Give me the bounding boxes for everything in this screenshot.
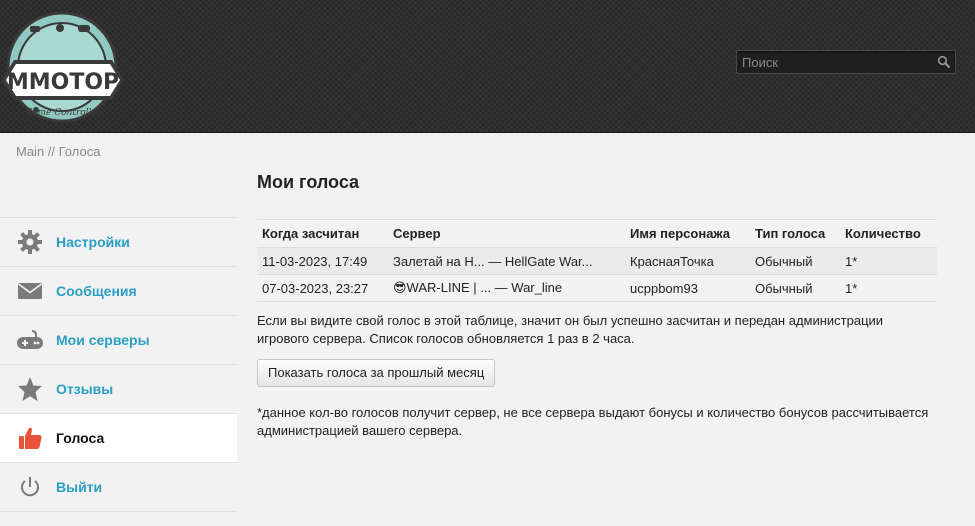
sidebar-item-label: Мои серверы	[56, 332, 150, 348]
table-cell: 😎WAR-LINE | ... — War_line	[388, 274, 625, 302]
sidebar-item-messages[interactable]: Сообщения	[0, 267, 237, 316]
breadcrumb-text: Main // Голоса	[16, 144, 101, 159]
breadcrumb: Main // Голоса	[16, 144, 100, 159]
table-cell: 1*	[840, 274, 937, 302]
star-icon	[16, 377, 44, 401]
page-title: Мои голоса	[257, 172, 360, 192]
table-row: 11-03-2023, 17:49 Залетай на Н... — Hell…	[257, 247, 937, 275]
sidebar-item-votes[interactable]: Голоса	[0, 414, 237, 463]
show-last-month-votes-button[interactable]: Показать голоса за прошлый месяц	[257, 359, 496, 387]
column-header: Сервер	[388, 219, 625, 248]
power-icon	[16, 475, 44, 499]
sidebar-item-label: Отзывы	[56, 381, 114, 397]
logo-subtitle: Game Controller	[25, 108, 102, 118]
table-cell: Залетай на Н... — HellGate War...	[388, 247, 625, 275]
header: MMOTOP Game Controller	[0, 0, 975, 133]
column-header: Тип голоса	[750, 219, 840, 248]
sidebar-item-label: Сообщения	[56, 283, 137, 299]
table-row: 07-03-2023, 23:27 😎WAR-LINE | ... — War_…	[257, 274, 937, 302]
votes-table: Когда засчитан Сервер Имя персонажа Тип …	[257, 219, 937, 302]
table-cell: 07-03-2023, 23:27	[257, 274, 388, 302]
search-box	[736, 50, 956, 74]
table-cell: Обычный	[750, 247, 840, 275]
search-icon[interactable]	[937, 55, 951, 69]
sidebar-item-my-servers[interactable]: Мои серверы	[0, 316, 237, 365]
table-cell: ucppbom93	[625, 274, 750, 302]
sidebar-item-label: Выйти	[56, 479, 103, 495]
column-header: Имя персонажа	[625, 219, 750, 248]
thumbs-up-icon	[16, 426, 44, 450]
logo-text: MMOTOP	[7, 70, 119, 95]
sidebar-item-label: Настройки	[56, 234, 130, 250]
site-logo[interactable]: MMOTOP Game Controller	[0, 10, 130, 125]
votes-info-text: Если вы видите свой голос в этой таблице…	[257, 313, 884, 346]
search-input[interactable]	[737, 51, 932, 73]
sidebar-item-settings[interactable]: Настройки	[0, 218, 237, 267]
sidebar-item-label: Голоса	[56, 430, 105, 446]
table-cell: 11-03-2023, 17:49	[257, 247, 388, 275]
sidebar: Настройки Сообщения Мои серверы Отзывы Г…	[0, 217, 237, 512]
column-header: Количество	[840, 219, 937, 248]
table-cell: КраснаяТочка	[625, 247, 750, 275]
sidebar-item-reviews[interactable]: Отзывы	[0, 365, 237, 414]
sidebar-item-logout[interactable]: Выйти	[0, 463, 237, 512]
gamepad-icon	[16, 328, 44, 352]
gear-icon	[16, 230, 44, 254]
table-cell: Обычный	[750, 274, 840, 302]
envelope-icon	[16, 279, 44, 303]
votes-footnote: *данное кол-во голосов получит сервер, н…	[257, 405, 929, 438]
column-header: Когда засчитан	[257, 219, 388, 248]
table-header-row: Когда засчитан Сервер Имя персонажа Тип …	[257, 219, 937, 248]
main-content: Мои голоса Когда засчитан Сервер Имя пер…	[257, 172, 937, 440]
table-cell: 1*	[840, 247, 937, 275]
